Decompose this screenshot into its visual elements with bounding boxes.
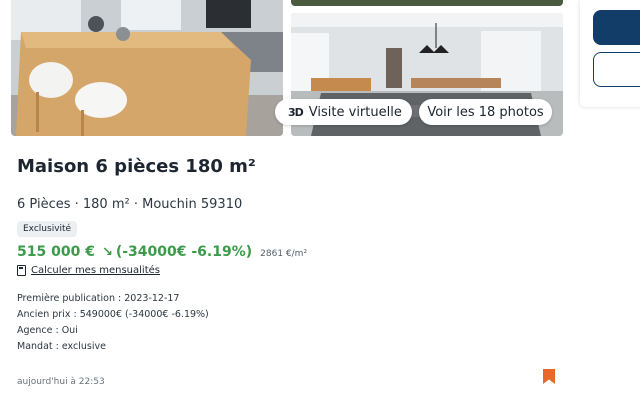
listing-title: Maison 6 pièces 180 m² bbox=[17, 156, 256, 177]
dining-room-image bbox=[11, 0, 283, 136]
calculator-icon bbox=[17, 265, 26, 276]
contact-primary-button[interactable] bbox=[593, 10, 640, 45]
virtual-tour-button[interactable]: 3D Visite virtuelle bbox=[275, 99, 412, 125]
3d-tour-icon: 3D bbox=[288, 105, 304, 119]
calculator-link-label[interactable]: Calculer mes mensualités bbox=[31, 265, 160, 276]
virtual-tour-label: Visite virtuelle bbox=[308, 104, 402, 120]
price-per-m2: 2861 €/m² bbox=[260, 249, 308, 259]
detail-agency: Agence : Oui bbox=[17, 325, 78, 336]
detail-mandate: Mandat : exclusive bbox=[17, 341, 106, 352]
listing-summary: 6 Pièces · 180 m² · Mouchin 59310 bbox=[17, 197, 243, 212]
detail-previous-price: Ancien prix : 549000€ (-34000€ -6.19%) bbox=[17, 309, 209, 320]
third-photo-edge[interactable] bbox=[291, 0, 563, 6]
main-photo[interactable] bbox=[11, 0, 283, 136]
view-photos-button[interactable]: Voir les 18 photos bbox=[419, 99, 552, 125]
mortgage-calculator-link[interactable]: Calculer mes mensualités bbox=[17, 265, 160, 276]
detail-first-published: Première publication : 2023-12-17 bbox=[17, 293, 180, 304]
price-row: 515 000 € ↘ (-34000€ -6.19%) 2861 €/m² bbox=[17, 244, 307, 260]
view-photos-label: Voir les 18 photos bbox=[427, 104, 544, 120]
bookmark-icon[interactable] bbox=[543, 369, 555, 384]
contact-secondary-button[interactable] bbox=[593, 52, 640, 87]
price: 515 000 € bbox=[17, 244, 95, 260]
trend-down-icon: ↘ bbox=[101, 245, 113, 260]
listing-timestamp: aujourd'hui à 22:53 bbox=[17, 377, 105, 387]
exclusive-badge: Exclusivité bbox=[17, 221, 78, 237]
price-change: (-34000€ -6.19%) bbox=[115, 244, 253, 260]
